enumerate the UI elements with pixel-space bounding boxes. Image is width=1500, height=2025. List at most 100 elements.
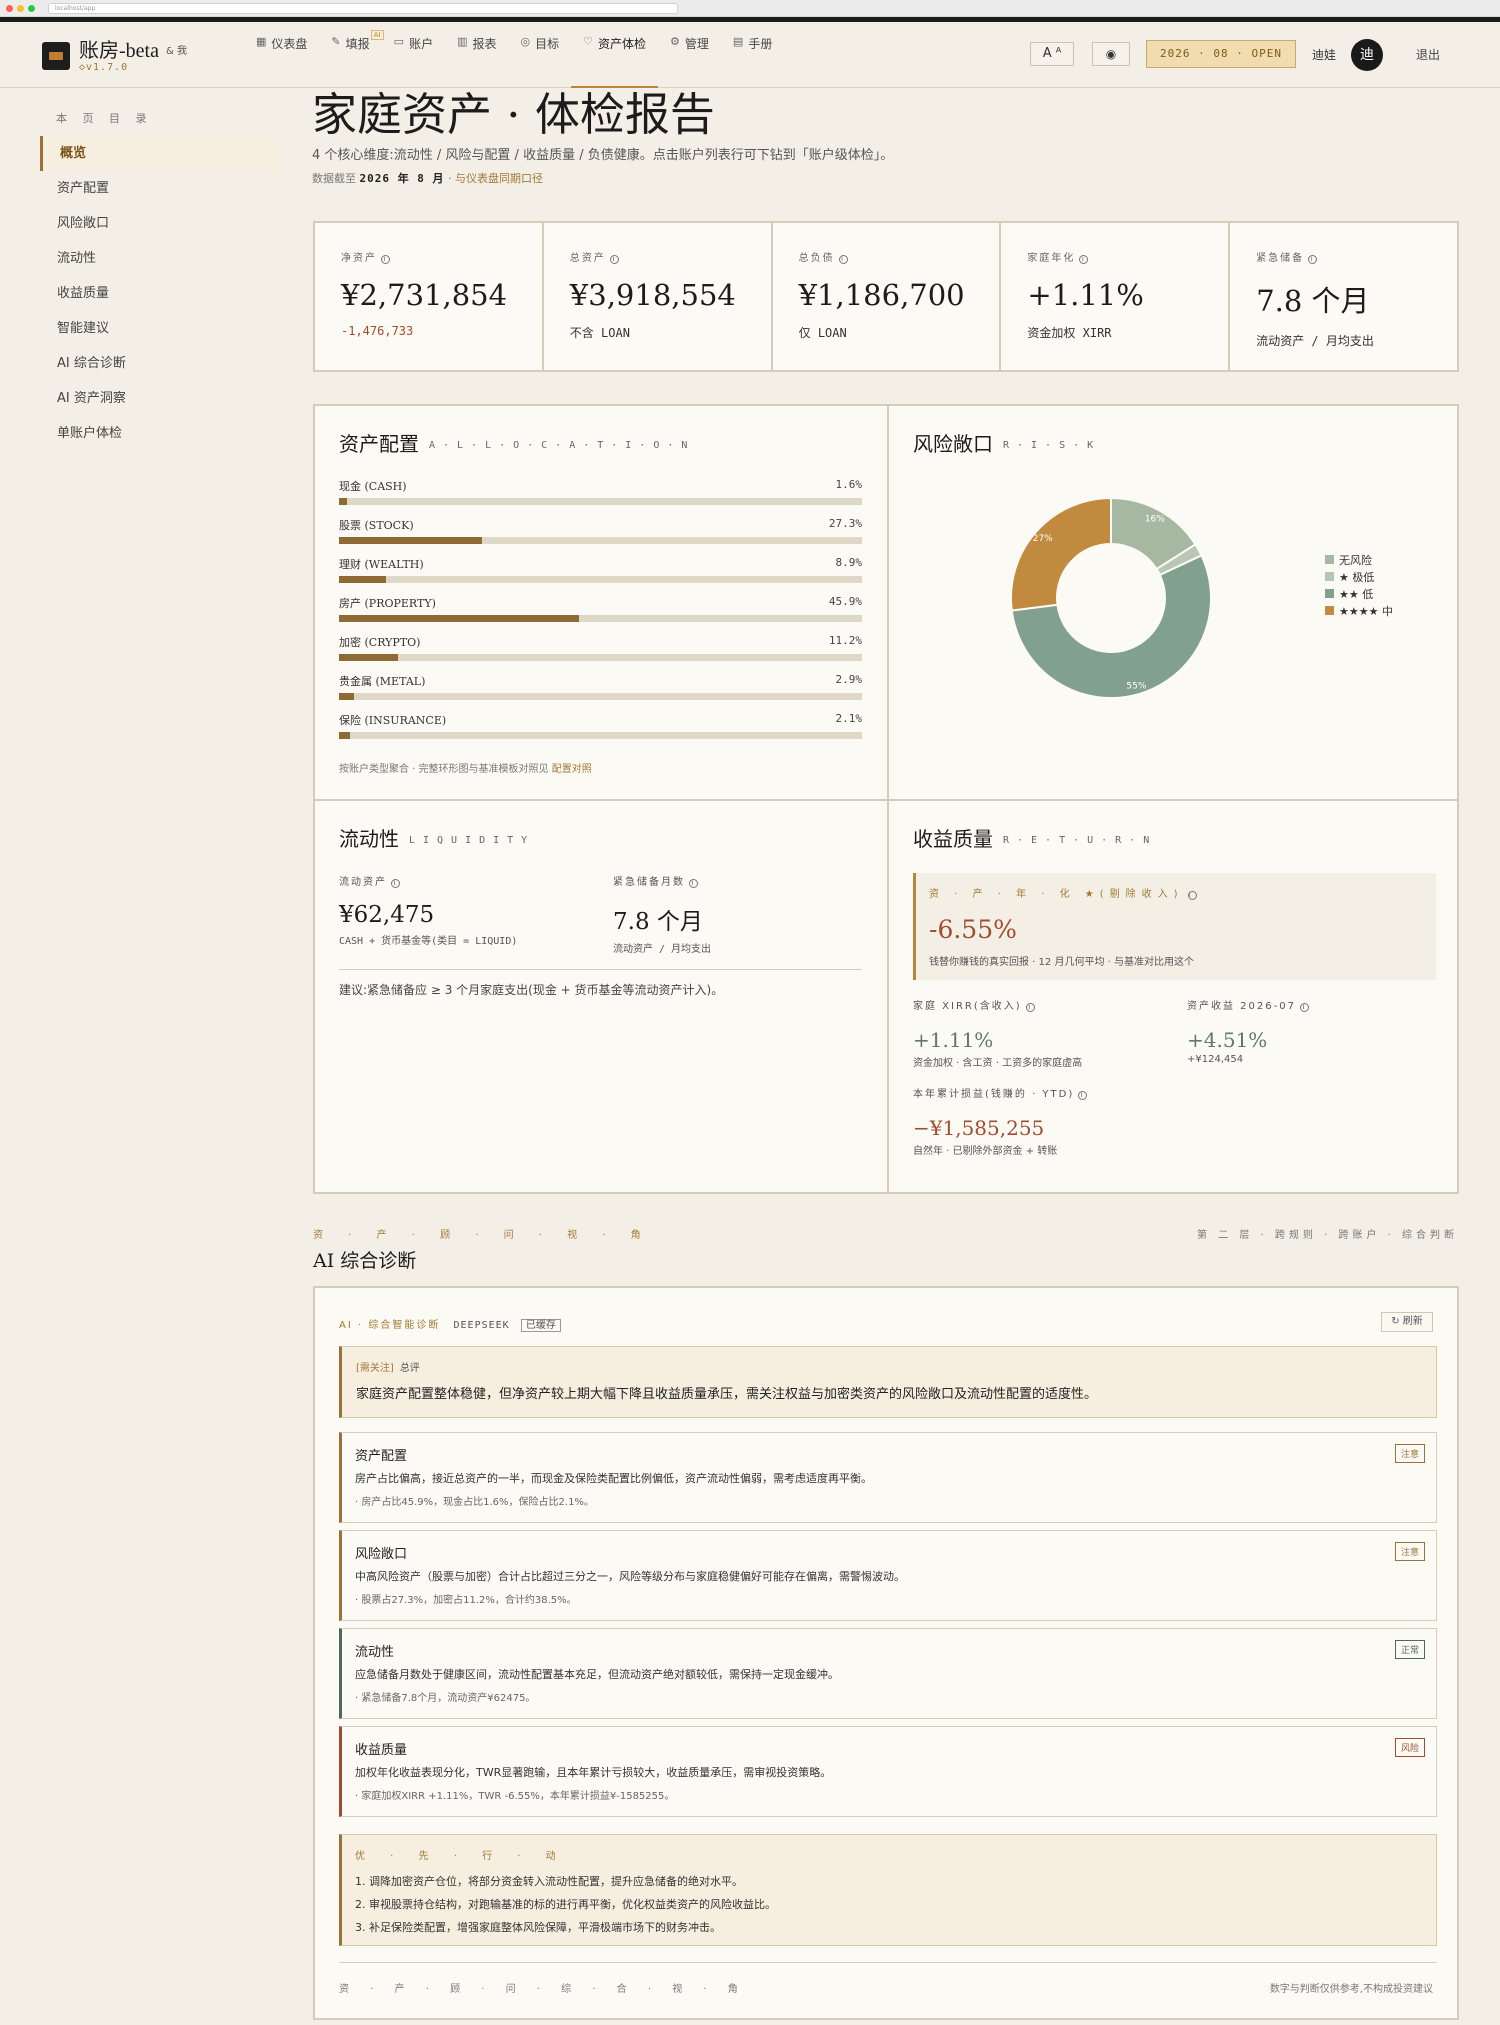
household-xirr-value: +1.11% <box>913 1028 994 1052</box>
kpi-total-liabilities: 总负债 i ¥1,186,700 仅 LOAN <box>773 223 1002 370</box>
status-badge: 风险 <box>1394 1738 1425 1757</box>
app-header: 账房-beta & 我 ◇v1.7.0 ▦ 仪表盘 ✎ 填报 AI ▭ 账户 ▥ 报表 ◎… <box>0 22 1500 88</box>
allocation-bar-fill <box>339 615 580 622</box>
info-icon[interactable]: i <box>1299 1003 1309 1012</box>
info-icon[interactable]: i <box>1187 891 1197 900</box>
ai-disclaimer: 数字与判断仅供参考,不构成投资建议 <box>1269 1984 1433 1995</box>
info-icon[interactable]: i <box>391 879 400 888</box>
liquidity-panel: 流动性 LIQUIDITY 流动资产 i ¥62,475 CASH + 货币基金等(… <box>315 801 886 1194</box>
card-text: 应急储备月数处于健康区间，流动性配置基本充足，但流动资产绝对额较低，需保持一定现… <box>355 1668 839 1681</box>
returns-title-en: R·E·T·U·R·N <box>1003 835 1158 846</box>
logout-link[interactable]: 退出 <box>1416 46 1440 63</box>
info-icon[interactable]: i <box>609 255 619 264</box>
minimize-window-icon[interactable] <box>17 5 24 12</box>
liquidity-title-en: LIQUIDITY <box>409 835 536 846</box>
emergency-months-label: 紧急储备月数 i <box>613 873 853 888</box>
card-icon: ▭ <box>393 35 405 48</box>
emergency-months: 紧急储备月数 i 7.8 个月 流动资产 / 月均支出 <box>613 873 853 955</box>
ai-source: DEEPSEEK <box>453 1320 510 1331</box>
dashboard-icon: ▦ <box>256 35 267 48</box>
refresh-button[interactable]: ↻ 刷新 <box>1381 1312 1433 1332</box>
allocation-bar-fill <box>339 693 355 700</box>
ytd-pnl-label: 本年累计损益(钱赚的 · YTD) i <box>913 1085 1313 1100</box>
privacy-toggle-button[interactable]: ◉ <box>1092 42 1130 66</box>
info-icon[interactable]: i <box>381 255 390 264</box>
legend-swatch <box>1325 572 1334 581</box>
allocation-bar <box>339 615 862 622</box>
toc-item-returns[interactable]: 收益质量 <box>40 276 280 311</box>
address-bar[interactable]: localhost/app <box>48 3 678 14</box>
toc-item-overview[interactable]: 概览 <box>40 136 280 171</box>
donut-slice[interactable] <box>1010 496 1112 612</box>
allocation-bar <box>339 693 862 700</box>
kpi-sub: 不含 LOAN <box>569 326 630 340</box>
user-name[interactable]: 迪娃 <box>1312 46 1336 63</box>
toc-item-account-checkup[interactable]: 单账户体检 <box>40 416 280 451</box>
kpi-value: ¥3,918,554 <box>569 278 736 312</box>
target-icon: ◎ <box>520 35 531 48</box>
emergency-months-sub: 流动资产 / 月均支出 <box>613 944 712 955</box>
allocation-compare-link[interactable]: 配置对照 <box>552 764 592 775</box>
app-logo-icon[interactable] <box>42 42 70 70</box>
legend-swatch <box>1325 589 1334 598</box>
toc-item-ai-diagnosis[interactable]: AI 综合诊断 <box>40 346 280 381</box>
info-icon[interactable]: i <box>1078 1091 1088 1100</box>
close-window-icon[interactable] <box>6 5 13 12</box>
dimension-grid: 资产配置 A·L·L·O·C·A·T·I·O·N 现金 (CASH) 1.6% 股票 … <box>313 404 1459 1194</box>
liquid-assets-label: 流动资产 i <box>339 873 579 888</box>
avatar[interactable]: 迪 <box>1351 39 1383 71</box>
card-text: 加权年化收益表现分化，TWR显著跑输，且本年累计亏损较大，收益质量承压，需审视投… <box>355 1766 832 1779</box>
toc-title: 本 页 目 录 <box>56 112 153 125</box>
ytd-pnl-sub: 自然年 · 已剔除外部资金 + 转账 <box>913 1146 1058 1157</box>
brand-sub: & 我 <box>166 46 187 57</box>
kpi-value: +1.11% <box>1027 278 1144 312</box>
font-size-button[interactable]: A ᴬ <box>1030 42 1074 66</box>
meta-link[interactable]: 与仪表盘同期口径 <box>455 172 543 185</box>
allocation-percent: 2.1% <box>835 712 863 725</box>
nav-label: 手册 <box>748 37 773 51</box>
summary-text: 家庭资产配置整体稳健，但净资产较上期大幅下降且收益质量承压，需关注权益与加密类资… <box>356 1387 1098 1402</box>
info-icon[interactable]: i <box>689 879 698 888</box>
kpi-value: ¥2,731,854 <box>341 278 508 312</box>
kpi-total-assets: 总资产 i ¥3,918,554 不含 LOAN <box>544 223 773 370</box>
asset-return-label: 资产收益 2026-07 i <box>1187 997 1437 1012</box>
liquid-assets: 流动资产 i ¥62,475 CASH + 货币基金等(类目 = LIQUID) <box>339 873 579 947</box>
overall-summary: [需关注] 总评 家庭资产配置整体稳健，但净资产较上期大幅下降且收益质量承压，需关… <box>339 1346 1437 1418</box>
info-icon[interactable]: i <box>1079 255 1089 264</box>
allocation-name: 保险 (INSURANCE) <box>339 714 447 727</box>
eye-icon: ◉ <box>1105 47 1117 61</box>
toc-item-allocation[interactable]: 资产配置 <box>40 171 280 206</box>
brand-name[interactable]: 账房-beta <box>79 34 159 63</box>
risk-donut-chart: 16% 55% 27% <box>1010 496 1212 699</box>
toc-item-suggestions[interactable]: 智能建议 <box>40 311 280 346</box>
nav-dashboard[interactable]: ▦ 仪表盘 <box>244 22 319 88</box>
cached-badge: 已缓存 <box>520 1319 561 1332</box>
allocation-percent: 8.9% <box>835 556 863 569</box>
legend-label: ★★★★ 中 <box>1339 604 1393 618</box>
allocation-name: 加密 (CRYPTO) <box>339 636 421 649</box>
allocation-percent: 11.2% <box>828 634 862 647</box>
info-icon[interactable]: i <box>838 255 848 264</box>
card-detail: · 家庭加权XIRR +1.11%，TWR -6.55%，本年累计损益¥-158… <box>355 1791 675 1802</box>
ai-head-label: AI · 综合智能诊断 <box>339 1320 441 1331</box>
card-detail: · 房产占比45.9%，现金占比1.6%，保险占比2.1%。 <box>355 1497 594 1508</box>
toc-item-ai-insight[interactable]: AI 资产洞察 <box>40 381 280 416</box>
toc-item-risk[interactable]: 风险敞口 <box>40 206 280 241</box>
nav-manual[interactable]: ▤ 手册 <box>721 22 784 88</box>
asset-return-month: 资产收益 2026-07 i +4.51% +¥124,454 <box>1187 997 1437 1065</box>
allocation-bar <box>339 498 862 505</box>
info-icon[interactable]: i <box>1025 1003 1035 1012</box>
asset-return-sub: +¥124,454 <box>1187 1054 1244 1065</box>
kpi-label: 家庭年化 i <box>1027 249 1202 264</box>
maximize-window-icon[interactable] <box>28 5 35 12</box>
household-xirr: 家庭 XIRR(含收入) i +1.11% 资金加权 · 含工资 · 工资多的家庭… <box>913 997 1163 1069</box>
info-icon[interactable]: i <box>1308 255 1318 264</box>
toc-item-liquidity[interactable]: 流动性 <box>40 241 280 276</box>
allocation-bar-fill <box>339 654 398 661</box>
ai-section-kicker: 资 · 产 · 顾 · 问 · 视 · 角 <box>313 1230 652 1241</box>
returns-panel: 收益质量 R·E·T·U·R·N 资 · 产 · 年 · 化 ★(剔除收入) i -… <box>889 801 1460 1194</box>
meta-separator: · <box>447 172 452 185</box>
nav-label: 仪表盘 <box>271 37 308 51</box>
allocation-name: 贵金属 (METAL) <box>339 675 426 688</box>
period-button[interactable]: 2026 · 08 · OPEN <box>1146 40 1296 68</box>
